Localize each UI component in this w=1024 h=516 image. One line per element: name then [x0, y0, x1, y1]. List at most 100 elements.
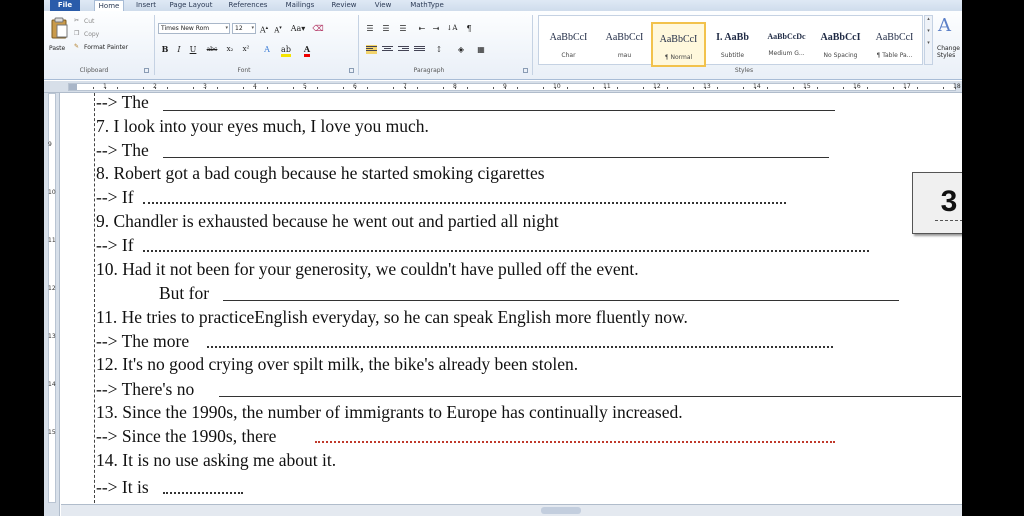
multilevel-list-icon[interactable]: ☰ [396, 23, 410, 34]
ruler-tick [743, 87, 744, 89]
bold-button[interactable]: B [160, 44, 170, 55]
ruler-tick [117, 87, 118, 89]
ruler-tick [693, 87, 694, 89]
ruler-tick [617, 87, 618, 89]
italic-button[interactable]: I [174, 44, 184, 55]
style-normal[interactable]: AaBbCcI ¶ Normal [651, 22, 706, 67]
paste-button[interactable]: Paste [48, 15, 70, 59]
cut-label: Cut [84, 18, 95, 25]
page-number-badge: 3 [912, 172, 962, 234]
sort-icon[interactable]: ↓A [446, 23, 458, 34]
clear-formatting-icon[interactable]: ⌫ [312, 23, 324, 34]
horizontal-scrollbar[interactable] [61, 504, 962, 516]
ruler-tick [293, 87, 294, 89]
tab-insert[interactable]: Insert [132, 0, 160, 11]
question-8: 8. Robert got a bad cough because he sta… [96, 163, 545, 183]
scissors-icon: ✂ [74, 17, 80, 24]
align-left-icon[interactable] [366, 45, 377, 54]
tab-mailings[interactable]: Mailings [280, 0, 320, 11]
bullets-icon[interactable]: ☰ [364, 23, 376, 34]
underline-button[interactable]: U [188, 44, 198, 55]
subscript-button[interactable]: x₂ [224, 44, 236, 55]
style-name: ¶ Normal [664, 54, 693, 61]
chevron-down-icon: ▾ [225, 25, 228, 31]
style-name: No Spacing [823, 52, 858, 59]
ruler-tick [793, 87, 794, 89]
font-color-icon[interactable]: A [300, 44, 314, 57]
tab-mathtype[interactable]: MathType [404, 0, 450, 11]
ruler-tick [805, 87, 806, 89]
borders-icon[interactable]: ▦ [474, 44, 488, 55]
ruler-tick [655, 87, 656, 89]
paragraph-dialog-launcher[interactable] [523, 68, 528, 73]
document-page[interactable]: --> The 7. I look into your eyes much, I… [61, 92, 962, 516]
ruler-tick [643, 87, 644, 89]
style-char[interactable]: AaBbCcI Char [541, 22, 596, 67]
tab-home[interactable]: Home [94, 0, 124, 11]
strikethrough-button[interactable]: abc [204, 44, 220, 55]
align-center-icon[interactable] [382, 45, 393, 54]
answer-line-6: --> The [96, 92, 149, 112]
style-medium-grid[interactable]: AaBbCcDc Medium G... [759, 22, 814, 67]
ruler-tick [393, 87, 394, 89]
ruler-tick [543, 87, 544, 89]
superscript-button[interactable]: x² [240, 44, 252, 55]
change-case-icon[interactable]: Aa▾ [290, 23, 306, 34]
decrease-indent-icon[interactable]: ⇤ [416, 23, 428, 34]
clipboard-dialog-launcher[interactable] [144, 68, 149, 73]
ruler-tick [243, 87, 244, 89]
ruler-tick [493, 87, 494, 89]
vertical-ruler-number: 11 [48, 237, 56, 244]
answer-line-10: But for [159, 283, 210, 303]
cut-button[interactable]: ✂ Cut [74, 17, 114, 27]
tab-file[interactable]: File [50, 0, 80, 11]
grow-font-icon[interactable]: A▴ [258, 23, 270, 35]
text-boundary [94, 93, 95, 503]
styles-scroll[interactable]: ▴ ▾ ▾ [924, 15, 933, 65]
line-spacing-icon[interactable]: ↕ [432, 44, 446, 55]
ruler-tick [467, 87, 468, 89]
vertical-ruler-number: 9 [48, 141, 52, 148]
style-mau[interactable]: AaBbCcI mau [597, 22, 652, 67]
numbering-icon[interactable]: ☰ [380, 23, 392, 34]
tab-page-layout[interactable]: Page Layout [166, 0, 216, 11]
answer-line-9: --> If [96, 235, 134, 255]
ruler-tick [405, 87, 406, 89]
scroll-thumb[interactable] [541, 507, 581, 514]
ruler-tick [193, 87, 194, 89]
font-size-combo[interactable]: 12 ▾ [232, 23, 256, 34]
answer-line-8: --> If [96, 187, 134, 207]
ruler-tick [217, 87, 218, 89]
shading-icon[interactable]: ◈ [454, 44, 468, 55]
justify-icon[interactable] [414, 45, 425, 54]
tab-references[interactable]: References [222, 0, 274, 11]
highlight-icon[interactable]: ab [278, 44, 294, 57]
increase-indent-icon[interactable]: ⇥ [430, 23, 442, 34]
tab-review[interactable]: Review [324, 0, 364, 11]
style-sample: AaBbCcI [820, 32, 861, 43]
style-name: Subtitle [720, 52, 745, 59]
align-right-icon[interactable] [398, 45, 409, 54]
style-subtitle[interactable]: I. AaBb Subtitle [705, 22, 760, 67]
change-styles-label: Change Styles [937, 45, 960, 59]
question-14: 14. It is no use asking me about it. [96, 450, 337, 470]
font-dialog-launcher[interactable] [349, 68, 354, 73]
vertical-ruler[interactable]: 9 10 11 12 13 14 15 [44, 93, 60, 516]
style-name: mau [617, 52, 632, 59]
ruler-tick [93, 87, 94, 89]
horizontal-ruler[interactable]: 123456789101112131415161718 [44, 81, 962, 93]
ruler-tick [505, 87, 506, 89]
text-effects-icon[interactable]: A [260, 44, 274, 55]
format-painter-button[interactable]: ✎ Format Painter [74, 43, 144, 53]
show-marks-icon[interactable]: ¶ [464, 23, 474, 34]
shrink-font-icon[interactable]: A▾ [272, 23, 284, 34]
style-table-paragraph[interactable]: AaBbCcI ¶ Table Pa... [867, 22, 922, 67]
style-no-spacing[interactable]: AaBbCcI No Spacing [813, 22, 868, 67]
copy-button[interactable]: ❐ Copy [74, 30, 114, 40]
style-sample: AaBbCcI [605, 32, 644, 43]
change-styles-button[interactable]: A Change Styles [936, 15, 962, 65]
font-name-combo[interactable]: Times New Rom ▾ [158, 23, 230, 34]
ruler-tick [417, 87, 418, 89]
ruler-tick [767, 87, 768, 89]
tab-view[interactable]: View [368, 0, 398, 11]
